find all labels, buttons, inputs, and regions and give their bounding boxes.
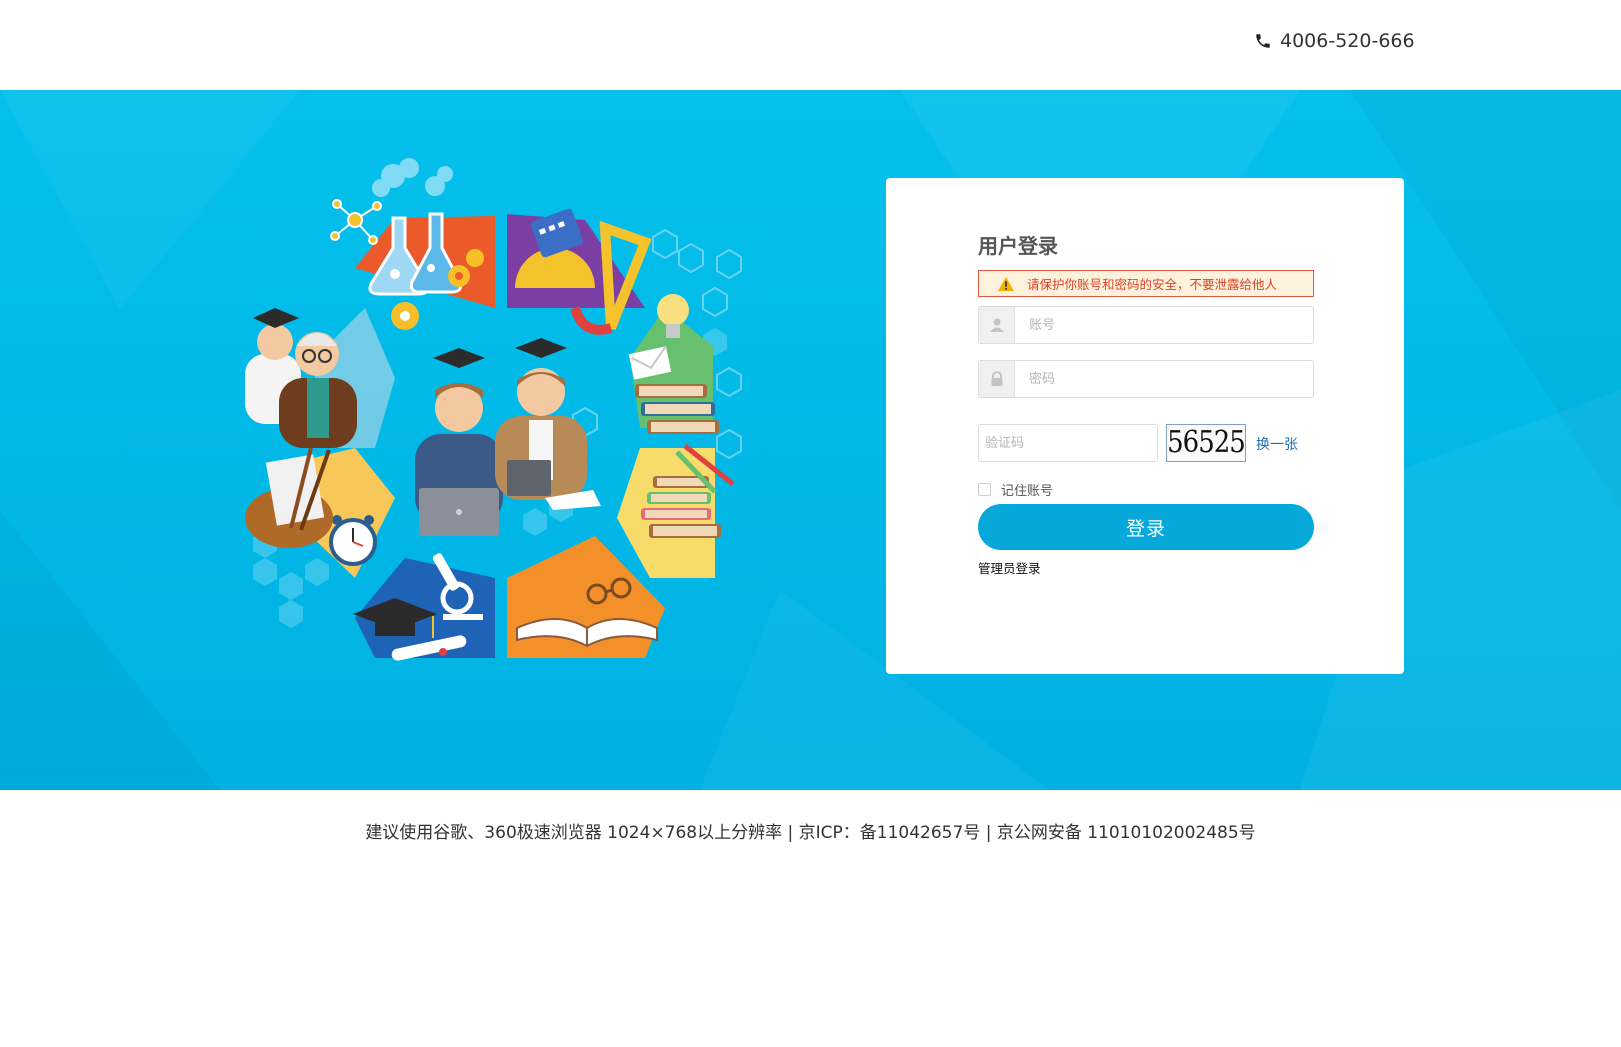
remember-label: 记住账号	[1001, 484, 1054, 499]
phone-number: 4006-520-666	[1280, 30, 1415, 52]
captcha-code: 56525	[1167, 425, 1246, 461]
hero-banner: 用户登录 请保护你账号和密码的安全，不要泄露给他人 账号 验证码 56525 换…	[0, 90, 1621, 790]
education-illustration	[245, 158, 742, 661]
book-stack	[635, 384, 719, 434]
login-button[interactable]: 登录	[978, 504, 1314, 550]
captcha-input[interactable]	[978, 424, 1158, 462]
footer-text: 建议使用谷歌、360极速浏览器 1024×768以上分辨率 | 京ICP：备11…	[365, 823, 1256, 843]
clock-icon	[329, 515, 377, 566]
security-warning: 请保护你账号和密码的安全，不要泄露给他人	[978, 270, 1314, 297]
user-icon	[979, 307, 1015, 343]
login-title: 用户登录	[978, 234, 1058, 258]
warning-icon	[998, 276, 1014, 291]
remember-checkbox[interactable]	[978, 483, 991, 496]
password-field	[978, 360, 1314, 398]
password-input[interactable]	[1015, 361, 1313, 397]
account-field	[978, 306, 1314, 344]
warning-text: 请保护你账号和密码的安全，不要泄露给他人	[1027, 277, 1278, 292]
account-input[interactable]	[1015, 307, 1313, 343]
student-figures	[415, 338, 601, 536]
remember-account[interactable]: 记住账号	[978, 480, 1053, 499]
footer: 建议使用谷歌、360极速浏览器 1024×768以上分辨率 | 京ICP：备11…	[0, 790, 1621, 843]
phone-icon	[1256, 34, 1270, 48]
top-header: 4006-520-666	[0, 0, 1621, 90]
captcha-image[interactable]: 56525	[1166, 424, 1246, 462]
atom-icon	[330, 199, 382, 245]
login-card: 用户登录 请保护你账号和密码的安全，不要泄露给他人 账号 验证码 56525 换…	[886, 178, 1404, 674]
refresh-captcha-link[interactable]: 换一张	[1256, 434, 1298, 454]
admin-login-link[interactable]: 管理员登录	[978, 558, 1041, 577]
hotline: 4006-520-666	[1254, 30, 1415, 52]
lock-icon	[979, 361, 1015, 397]
